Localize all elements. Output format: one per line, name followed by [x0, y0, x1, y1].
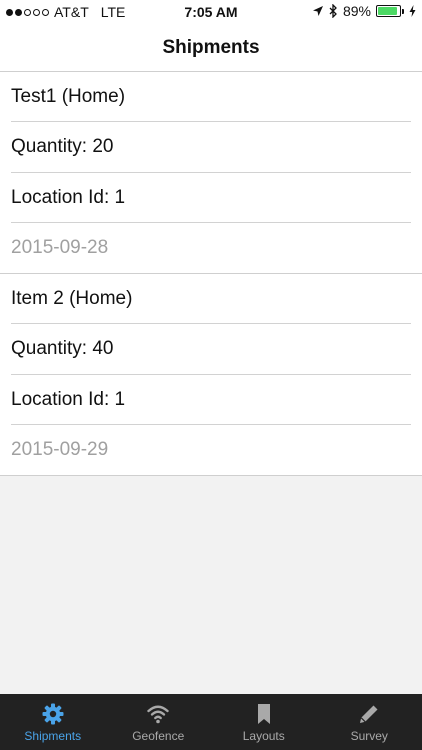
page-title: Shipments [162, 36, 260, 58]
shipment-date[interactable]: 2015-09-28 [0, 223, 422, 273]
shipment-group[interactable]: Test1 (Home) Quantity: 20 Location Id: 1… [0, 72, 422, 274]
tab-label: Shipments [24, 729, 82, 743]
tab-label: Layouts [242, 729, 285, 743]
shipment-quantity[interactable]: Quantity: 20 [0, 122, 422, 173]
gear-icon [42, 703, 64, 725]
shipment-name[interactable]: Item 2 (Home) [0, 274, 422, 325]
status-bar: AT&T LTE 7:05 AM 89% [0, 0, 422, 24]
tab-shipments[interactable]: Shipments [0, 694, 106, 750]
pencil-icon [360, 705, 378, 723]
tab-label: Survey [350, 729, 388, 743]
bookmark-icon [257, 704, 270, 724]
screen: AT&T LTE 7:05 AM 89% Shipments Test1 (Ho… [0, 0, 422, 750]
shipment-quantity[interactable]: Quantity: 40 [0, 324, 422, 375]
charging-bolt-icon [409, 5, 416, 17]
tab-survey[interactable]: Survey [317, 694, 422, 750]
battery-icon [376, 5, 404, 17]
shipment-location[interactable]: Location Id: 1 [0, 173, 422, 224]
tab-bar: Shipments Geofence Layouts Survey [0, 694, 422, 750]
shipment-date[interactable]: 2015-09-29 [0, 425, 422, 475]
status-right: 89% [312, 3, 416, 19]
tab-layouts[interactable]: Layouts [211, 694, 317, 750]
wifi-icon [147, 705, 169, 724]
navigation-bar: Shipments [0, 24, 422, 72]
shipment-group[interactable]: Item 2 (Home) Quantity: 40 Location Id: … [0, 274, 422, 476]
location-arrow-icon [312, 6, 323, 16]
battery-percent: 89% [342, 3, 371, 19]
shipment-location[interactable]: Location Id: 1 [0, 375, 422, 426]
shipments-list: Test1 (Home) Quantity: 20 Location Id: 1… [0, 72, 422, 476]
bluetooth-icon [329, 4, 337, 18]
battery-fill [378, 7, 397, 15]
tab-geofence[interactable]: Geofence [106, 694, 212, 750]
tab-label: Geofence [132, 729, 185, 743]
shipment-name[interactable]: Test1 (Home) [0, 72, 422, 123]
